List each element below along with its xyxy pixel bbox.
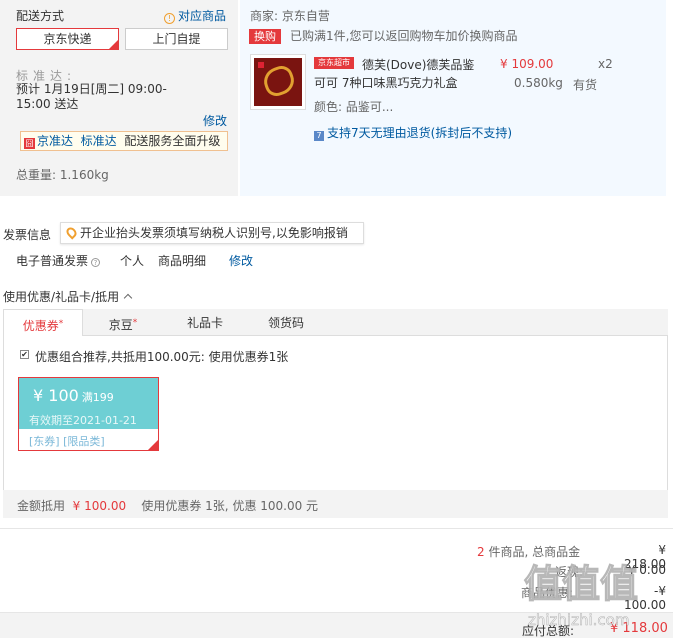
shipping-option-self-pickup[interactable]: 上门自提 xyxy=(125,28,228,50)
standard-link[interactable]: 标准达 xyxy=(81,134,117,148)
tab-coupon[interactable]: 优惠券* xyxy=(3,309,83,337)
coupons-toggle[interactable]: 使用优惠/礼品卡/抵用 xyxy=(3,288,133,305)
delivery-time: 预计 1月19日[周二] 09:00-15:00 送达 xyxy=(16,82,167,111)
deduction-label: 金额抵用 xyxy=(17,499,66,513)
summary-items-label: 2 件商品, 总商品金 xyxy=(477,543,580,560)
jd-supermarket-tag: 京东超市 xyxy=(314,57,354,69)
matched-products-link[interactable]: ! 对应商品 xyxy=(164,7,226,24)
product-image[interactable] xyxy=(250,54,306,110)
shipping-title: 配送方式 xyxy=(16,9,65,23)
return-policy-link[interactable]: 7 支持7天无理由退货(拆封后不支持) xyxy=(314,124,512,141)
merchant-label: 商家: 京东自营 xyxy=(250,9,330,23)
invoice-title: 发票信息 xyxy=(3,228,52,242)
info-icon: ! xyxy=(164,13,175,24)
invoice-recipient: 个人 xyxy=(120,254,145,268)
help-icon[interactable]: ? xyxy=(91,258,101,267)
matched-products-label: 对应商品 xyxy=(178,9,227,23)
tab-label: 优惠券 xyxy=(22,319,59,333)
coupon-value: ¥ 100 xyxy=(33,386,79,405)
coupons-title: 使用优惠/礼品卡/抵用 xyxy=(3,290,120,304)
coupon-tags: [东券] [限品类] xyxy=(29,435,105,448)
items-total-label: 件商品, 总商品金 xyxy=(488,545,581,559)
deduction-description: 使用优惠券 1张, 优惠 100.00 元 xyxy=(141,499,319,513)
swap-badge: 换购 xyxy=(249,29,281,44)
invoice-type-label: 电子普通发票 xyxy=(16,254,89,268)
combo-text: 优惠组合推荐,共抵用100.00元: 使用优惠券1张 xyxy=(35,350,289,364)
invoice-edit-link[interactable]: 修改 xyxy=(229,252,253,269)
item-count: 2 xyxy=(477,545,485,559)
jzd-link[interactable]: 京准达 xyxy=(37,134,73,148)
coupon-minimum: 满199 xyxy=(81,391,114,404)
invoice-tip: 开企业抬头发票须填写纳税人识别号,以免影响报销 xyxy=(60,222,364,244)
shipping-option-label: 京东快递 xyxy=(43,32,92,46)
product-weight: 0.580kg xyxy=(514,76,563,90)
product-price: ¥ 109.00 xyxy=(500,57,554,71)
selected-corner-icon xyxy=(148,440,158,450)
total-value: ¥ 118.00 xyxy=(610,621,668,636)
coupon-amount: ¥ 100 满199 xyxy=(33,386,114,405)
jzd-icon: 囧 xyxy=(24,138,35,149)
location-pin-icon xyxy=(64,225,79,240)
tab-label: 礼品卡 xyxy=(186,316,223,330)
cashback-label: 返现: xyxy=(555,565,584,579)
tab-pickup-code[interactable]: 领货码 xyxy=(254,309,318,337)
stock-status: 有货 xyxy=(573,78,598,92)
shipping-edit-link[interactable]: 修改 xyxy=(203,112,227,129)
discount-value: -¥ 100.00 xyxy=(624,584,666,612)
product-color: 颜色: 品鉴可... xyxy=(314,100,394,114)
return-policy-label: 支持7天无理由退货(拆封后不支持) xyxy=(327,126,512,140)
tab-mark: * xyxy=(132,318,138,328)
divider xyxy=(0,528,673,529)
discount-label: 商品优惠: xyxy=(521,586,574,600)
tab-mark: * xyxy=(58,319,64,329)
selected-corner-icon xyxy=(109,40,118,49)
deduction-amount: ¥ 100.00 xyxy=(72,499,127,513)
total-weight: 总重量: 1.160kg xyxy=(16,168,109,182)
shipping-option-jd-express[interactable]: 京东快递 xyxy=(16,28,119,50)
upgrade-text: 配送服务全面升级 xyxy=(124,134,221,148)
chevron-up-icon xyxy=(123,293,133,303)
invoice-tip-text: 开企业抬头发票须填写纳税人识别号,以免影响报销 xyxy=(80,226,348,240)
tab-label: 领货码 xyxy=(267,316,304,330)
tab-label: 京豆 xyxy=(108,318,133,332)
deduction-summary: 金额抵用 ¥ 100.00 使用优惠券 1张, 优惠 100.00 元 xyxy=(17,497,318,514)
return-policy-icon: 7 xyxy=(314,131,324,141)
tab-gift-card[interactable]: 礼品卡 xyxy=(170,309,240,337)
invoice-type: 电子普通发票? xyxy=(16,252,101,269)
total-label: 应付总额: xyxy=(522,624,575,638)
swap-text: 已购满1件,您可以返回购物车加价换购商品 xyxy=(290,29,518,43)
cashback-value: ¥ 0.00 xyxy=(627,563,666,577)
shipping-option-label: 上门自提 xyxy=(152,32,201,46)
product-quantity: x2 xyxy=(598,57,613,71)
coupon-card[interactable]: ¥ 100 满199 有效期至2021-01-21 [东券] [限品类] xyxy=(18,377,159,451)
invoice-content: 商品明细 xyxy=(158,254,207,268)
delivery-upgrade-banner: 囧京准达 标准达 配送服务全面升级 xyxy=(20,131,228,151)
combo-checkbox[interactable]: ✔ xyxy=(20,350,29,359)
tab-jd-bean[interactable]: 京豆* xyxy=(90,309,156,337)
coupon-expiry: 有效期至2021-01-21 xyxy=(29,414,137,427)
